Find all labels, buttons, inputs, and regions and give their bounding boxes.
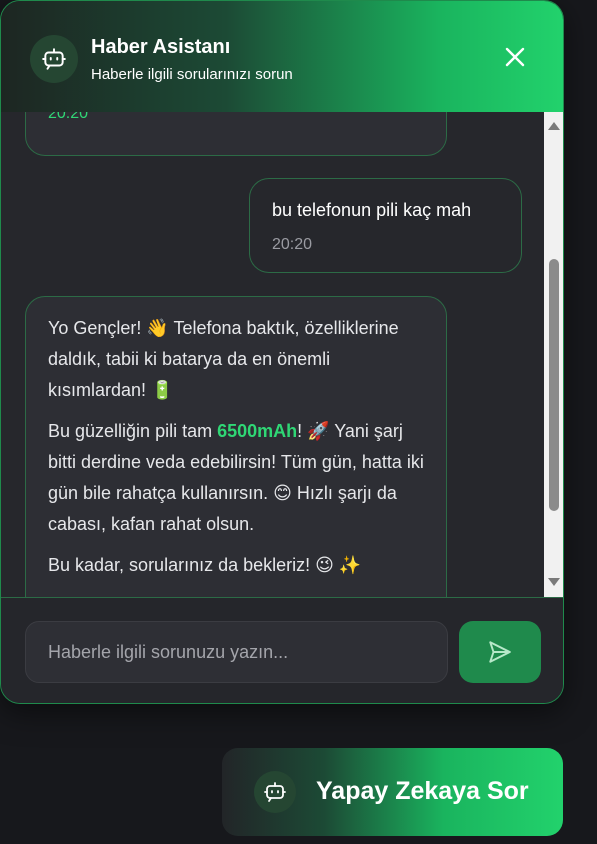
input-area — [1, 597, 563, 703]
message-time: 20:20 — [48, 112, 89, 122]
message-text: Bu güzelliğin pili tam — [48, 421, 218, 441]
ask-ai-button[interactable]: Yapay Zekaya Sor — [222, 748, 563, 836]
chat-header: Haber Asistanı Haberle ilgili sorularını… — [1, 1, 563, 112]
message-list[interactable]: 20:20 bu telefonun pili kaç mah 20:20 Yo… — [1, 112, 544, 597]
bot-message: 20:20 — [25, 112, 447, 156]
message-time: 20:20 — [272, 236, 313, 253]
header-title: Haber Asistanı — [91, 36, 231, 58]
message-paragraph: Bu güzelliğin pili tam 6500mAh! 🚀 Yani ş… — [48, 416, 426, 540]
message-paragraph: Yo Gençler! 👋 Telefona baktık, özellikle… — [48, 318, 399, 400]
message-input[interactable] — [25, 621, 448, 683]
bot-message: Yo Gençler! 👋 Telefona baktık, özellikle… — [25, 296, 447, 597]
scroll-down-arrow[interactable] — [548, 578, 560, 586]
message-text: bu telefonun pili kaç mah — [272, 200, 472, 220]
header-subtitle: Haberle ilgili sorularınızı sorun — [91, 66, 293, 83]
send-icon — [489, 641, 511, 663]
fab-avatar — [254, 771, 296, 813]
send-button[interactable] — [459, 621, 541, 683]
robot-icon — [42, 48, 66, 70]
battery-capacity-highlight: 6500mAh — [217, 421, 298, 441]
robot-icon — [264, 782, 286, 802]
assistant-avatar — [30, 35, 78, 83]
close-button[interactable] — [503, 45, 527, 69]
user-message: bu telefonun pili kaç mah 20:20 — [249, 178, 522, 273]
scrollbar[interactable] — [544, 112, 563, 597]
chat-window: Haber Asistanı Haberle ilgili sorularını… — [0, 0, 564, 704]
scroll-thumb[interactable] — [549, 259, 559, 511]
message-paragraph: Bu kadar, sorularınız da bekleriz! 😉 ✨ — [48, 555, 362, 575]
scroll-up-arrow[interactable] — [548, 122, 560, 130]
close-icon — [505, 47, 525, 67]
ask-ai-label: Yapay Zekaya Sor — [316, 777, 529, 805]
